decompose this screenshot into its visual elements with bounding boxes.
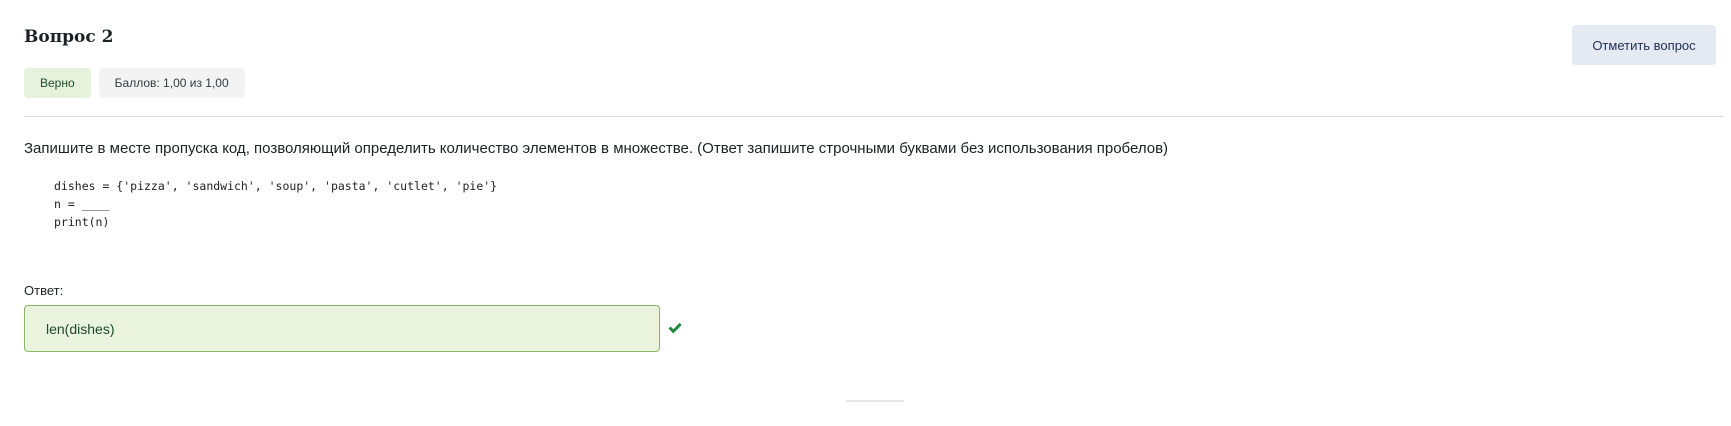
bottom-divider [846, 400, 904, 402]
question-title: Вопрос 2 [24, 27, 114, 47]
status-badge: Верно [24, 68, 91, 98]
code-line: dishes = {'pizza', 'sandwich', 'soup', '… [54, 179, 498, 193]
grade-badge: Баллов: 1,00 из 1,00 [98, 68, 245, 98]
code-line: print(n) [54, 215, 110, 229]
code-block: dishes = {'pizza', 'sandwich', 'soup', '… [54, 177, 497, 231]
question-badges: Верно Баллов: 1,00 из 1,00 [24, 68, 245, 98]
answer-input[interactable] [24, 305, 660, 352]
header-divider [24, 116, 1724, 117]
answer-label: Ответ: [24, 283, 64, 298]
check-icon [668, 322, 682, 334]
code-line: n = ____ [54, 197, 110, 211]
question-text: Запишите в месте пропуска код, позволяющ… [24, 140, 1169, 157]
flag-question-button[interactable]: Отметить вопрос [1572, 25, 1716, 65]
